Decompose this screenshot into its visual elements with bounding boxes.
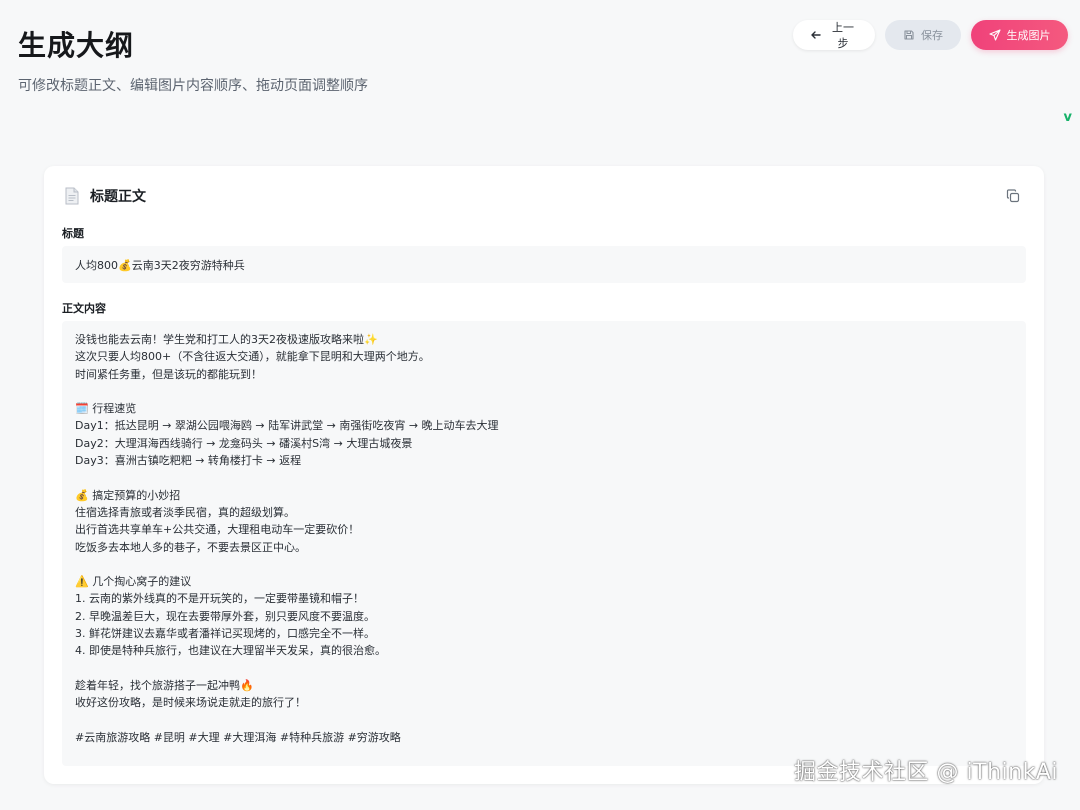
copy-icon[interactable] xyxy=(1006,189,1020,203)
card-header: 标题正文 xyxy=(64,186,146,206)
body-text-line: 时间紧任务重，但是该玩的都能玩到！ xyxy=(75,367,262,381)
body-field-label: 正文内容 xyxy=(62,302,106,315)
body-text-line xyxy=(75,660,1013,677)
body-text-line: 收好这份攻略，是时候来场说走就走的旅行了！ xyxy=(75,696,306,710)
body-text-line: 2. 早晚温差巨大，现在去要带厚外套，别只要风度不要温度。 xyxy=(75,609,375,623)
body-text-line xyxy=(75,383,1013,400)
arrow-left-icon xyxy=(811,31,821,39)
body-text-line: ⚠️ 几个掏心窝子的建议 xyxy=(75,575,192,589)
generate-image-button[interactable]: 生成图片 xyxy=(971,20,1068,50)
watermark: 掘金技术社区 @ iThinkAi xyxy=(794,760,1058,785)
body-text-line: 没钱也能去云南！学生党和打工人的3天2夜极速版攻略来啦✨ xyxy=(75,333,378,346)
send-icon xyxy=(988,29,1001,41)
body-text-line xyxy=(75,556,1013,573)
body-text-line: #云南旅游攻略 #昆明 #大理 #大理洱海 #特种兵旅游 #穷游攻略 xyxy=(75,730,401,744)
back-button-label: 上一步 xyxy=(832,21,854,50)
body-text-line: 4. 即使是特种兵旅行，也建议在大理留半天发呆，真的很治愈。 xyxy=(75,644,386,658)
brand-mark-icon: v xyxy=(1063,110,1072,125)
save-button[interactable]: 保存 xyxy=(885,20,961,50)
page-subtitle: 可修改标题正文、编辑图片内容顺序、拖动页面调整顺序 xyxy=(18,78,368,94)
body-text-line: 1. 云南的紫外线真的不是开玩笑的，一定要带墨镜和帽子！ xyxy=(75,592,364,606)
body-text-line xyxy=(75,712,1013,729)
body-text-line: 💰 搞定预算的小妙招 xyxy=(75,488,181,502)
title-field-label: 标题 xyxy=(62,227,84,240)
title-body-card: 标题正文 标题 人均800💰云南3天2夜穷游特种兵 正文内容 没钱也能去云南！学… xyxy=(44,166,1044,784)
body-content-textarea[interactable]: 没钱也能去云南！学生党和打工人的3天2夜极速版攻略来啦✨ 这次只要人均800+（不… xyxy=(62,321,1026,766)
save-button-label: 保存 xyxy=(921,29,943,42)
title-input[interactable]: 人均800💰云南3天2夜穷游特种兵 xyxy=(62,246,1026,283)
body-text-line: Day1：抵达昆明 → 翠湖公园喂海鸥 → 陆军讲武堂 → 南强街吃夜宵 → 晚… xyxy=(75,419,499,433)
card-title: 标题正文 xyxy=(90,189,146,205)
save-icon xyxy=(904,30,914,40)
body-text-line: 吃饭多去本地人多的巷子，不要去景区正中心。 xyxy=(75,540,306,554)
body-text-line: Day2：大理洱海西线骑行 → 龙龛码头 → 磻溪村S湾 → 大理古城夜景 xyxy=(75,436,413,450)
body-text-line xyxy=(75,469,1013,486)
body-text-line: 🗓️ 行程速览 xyxy=(75,402,137,416)
body-text-line: 出行首选共享单车+公共交通，大理租电动车一定要砍价！ xyxy=(75,523,360,537)
page-title: 生成大纲 xyxy=(18,29,135,62)
body-text-line: Day3：喜洲古镇吃粑粑 → 转角楼打卡 → 返程 xyxy=(75,454,302,468)
back-button[interactable]: 上一步 xyxy=(793,20,875,50)
generate-button-label: 生成图片 xyxy=(1006,29,1051,42)
body-text-line: 住宿选择青旅或者淡季民宿，真的超级划算。 xyxy=(75,505,295,519)
body-text-line: 3. 鲜花饼建议去嘉华或者潘祥记买现烤的，口感完全不一样。 xyxy=(75,627,375,641)
body-text-line: 趁着年轻，找个旅游搭子一起冲鸭🔥 xyxy=(75,678,254,692)
toolbar: 上一步 保存 生成图片 xyxy=(793,20,1068,50)
document-icon xyxy=(65,187,79,205)
body-text-line: 这次只要人均800+（不含往返大交通），就能拿下昆明和大理两个地方。 xyxy=(75,350,430,364)
